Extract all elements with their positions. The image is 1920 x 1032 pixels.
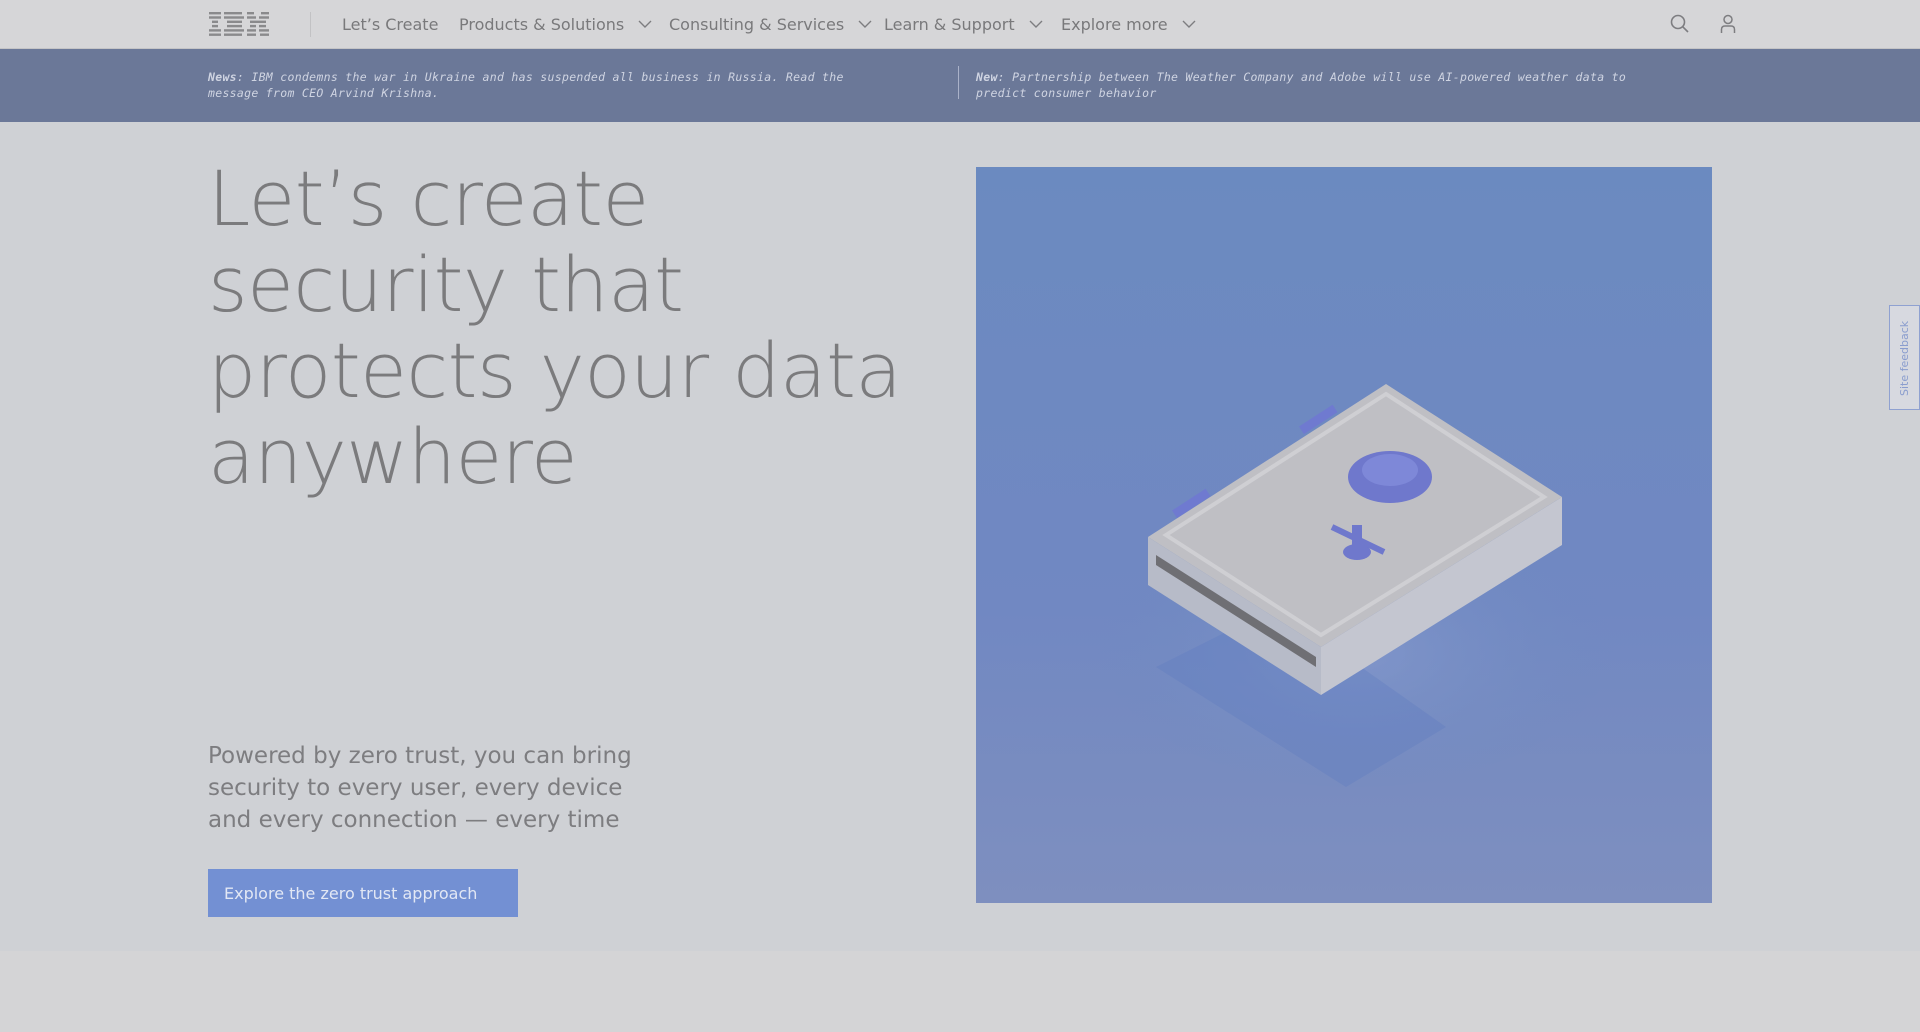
chevron-down-icon xyxy=(1029,20,1043,28)
news-banner: News: IBM condemns the war in Ukraine an… xyxy=(0,49,1920,122)
user-icon[interactable] xyxy=(1716,12,1740,36)
nav-divider xyxy=(310,12,311,37)
news-link-ukraine[interactable]: News: IBM condemns the war in Ukraine an… xyxy=(208,69,898,101)
nav-item-label: Consulting & Services xyxy=(669,14,845,34)
nav-item-label: Products & Solutions xyxy=(459,14,625,34)
nav-item-consulting-services[interactable]: Consulting & Services xyxy=(669,0,872,48)
search-icon[interactable] xyxy=(1668,12,1692,36)
nav-item-learn-support[interactable]: Learn & Support xyxy=(884,0,1043,48)
hero-image xyxy=(976,167,1712,903)
hero-section: Let’s create security that protects your… xyxy=(0,122,1920,951)
news-tag: New xyxy=(976,70,998,84)
explore-zero-trust-button[interactable]: Explore the zero trust approach xyxy=(208,869,518,917)
nav-item-explore-more[interactable]: Explore more xyxy=(1061,0,1196,48)
feedback-label: Site feedback xyxy=(1898,320,1911,396)
chevron-down-icon xyxy=(858,20,872,28)
news-divider xyxy=(958,66,959,99)
hero-headline: Let’s create security that protects your… xyxy=(208,154,902,501)
news-text: : Partnership between The Weather Compan… xyxy=(976,70,1627,100)
hero-subtext: Powered by zero trust, you can bring sec… xyxy=(208,743,632,833)
chevron-down-icon xyxy=(638,20,652,28)
safe-illustration xyxy=(1096,384,1616,787)
nav-item-label: Explore more xyxy=(1061,14,1168,34)
news-link-weather-adobe[interactable]: New: Partnership between The Weather Com… xyxy=(976,69,1666,101)
nav-item-label: Let’s Create xyxy=(342,14,439,34)
nav-item-lets-create[interactable]: Let’s Create xyxy=(342,0,438,48)
nav-item-label: Learn & Support xyxy=(884,14,1015,34)
news-tag: News xyxy=(208,70,237,84)
cta-label: Explore the zero trust approach xyxy=(224,883,478,903)
top-navigation: Let’s Create Products & Solutions Consul… xyxy=(0,0,1920,49)
ibm-logo[interactable] xyxy=(209,12,269,36)
chevron-down-icon xyxy=(1182,20,1196,28)
news-text: : IBM condemns the war in Ukraine and ha… xyxy=(208,70,844,100)
below-fold-area xyxy=(0,951,1920,1032)
nav-item-products-solutions[interactable]: Products & Solutions xyxy=(459,0,652,48)
site-feedback-tab[interactable]: Site feedback xyxy=(1889,305,1920,410)
